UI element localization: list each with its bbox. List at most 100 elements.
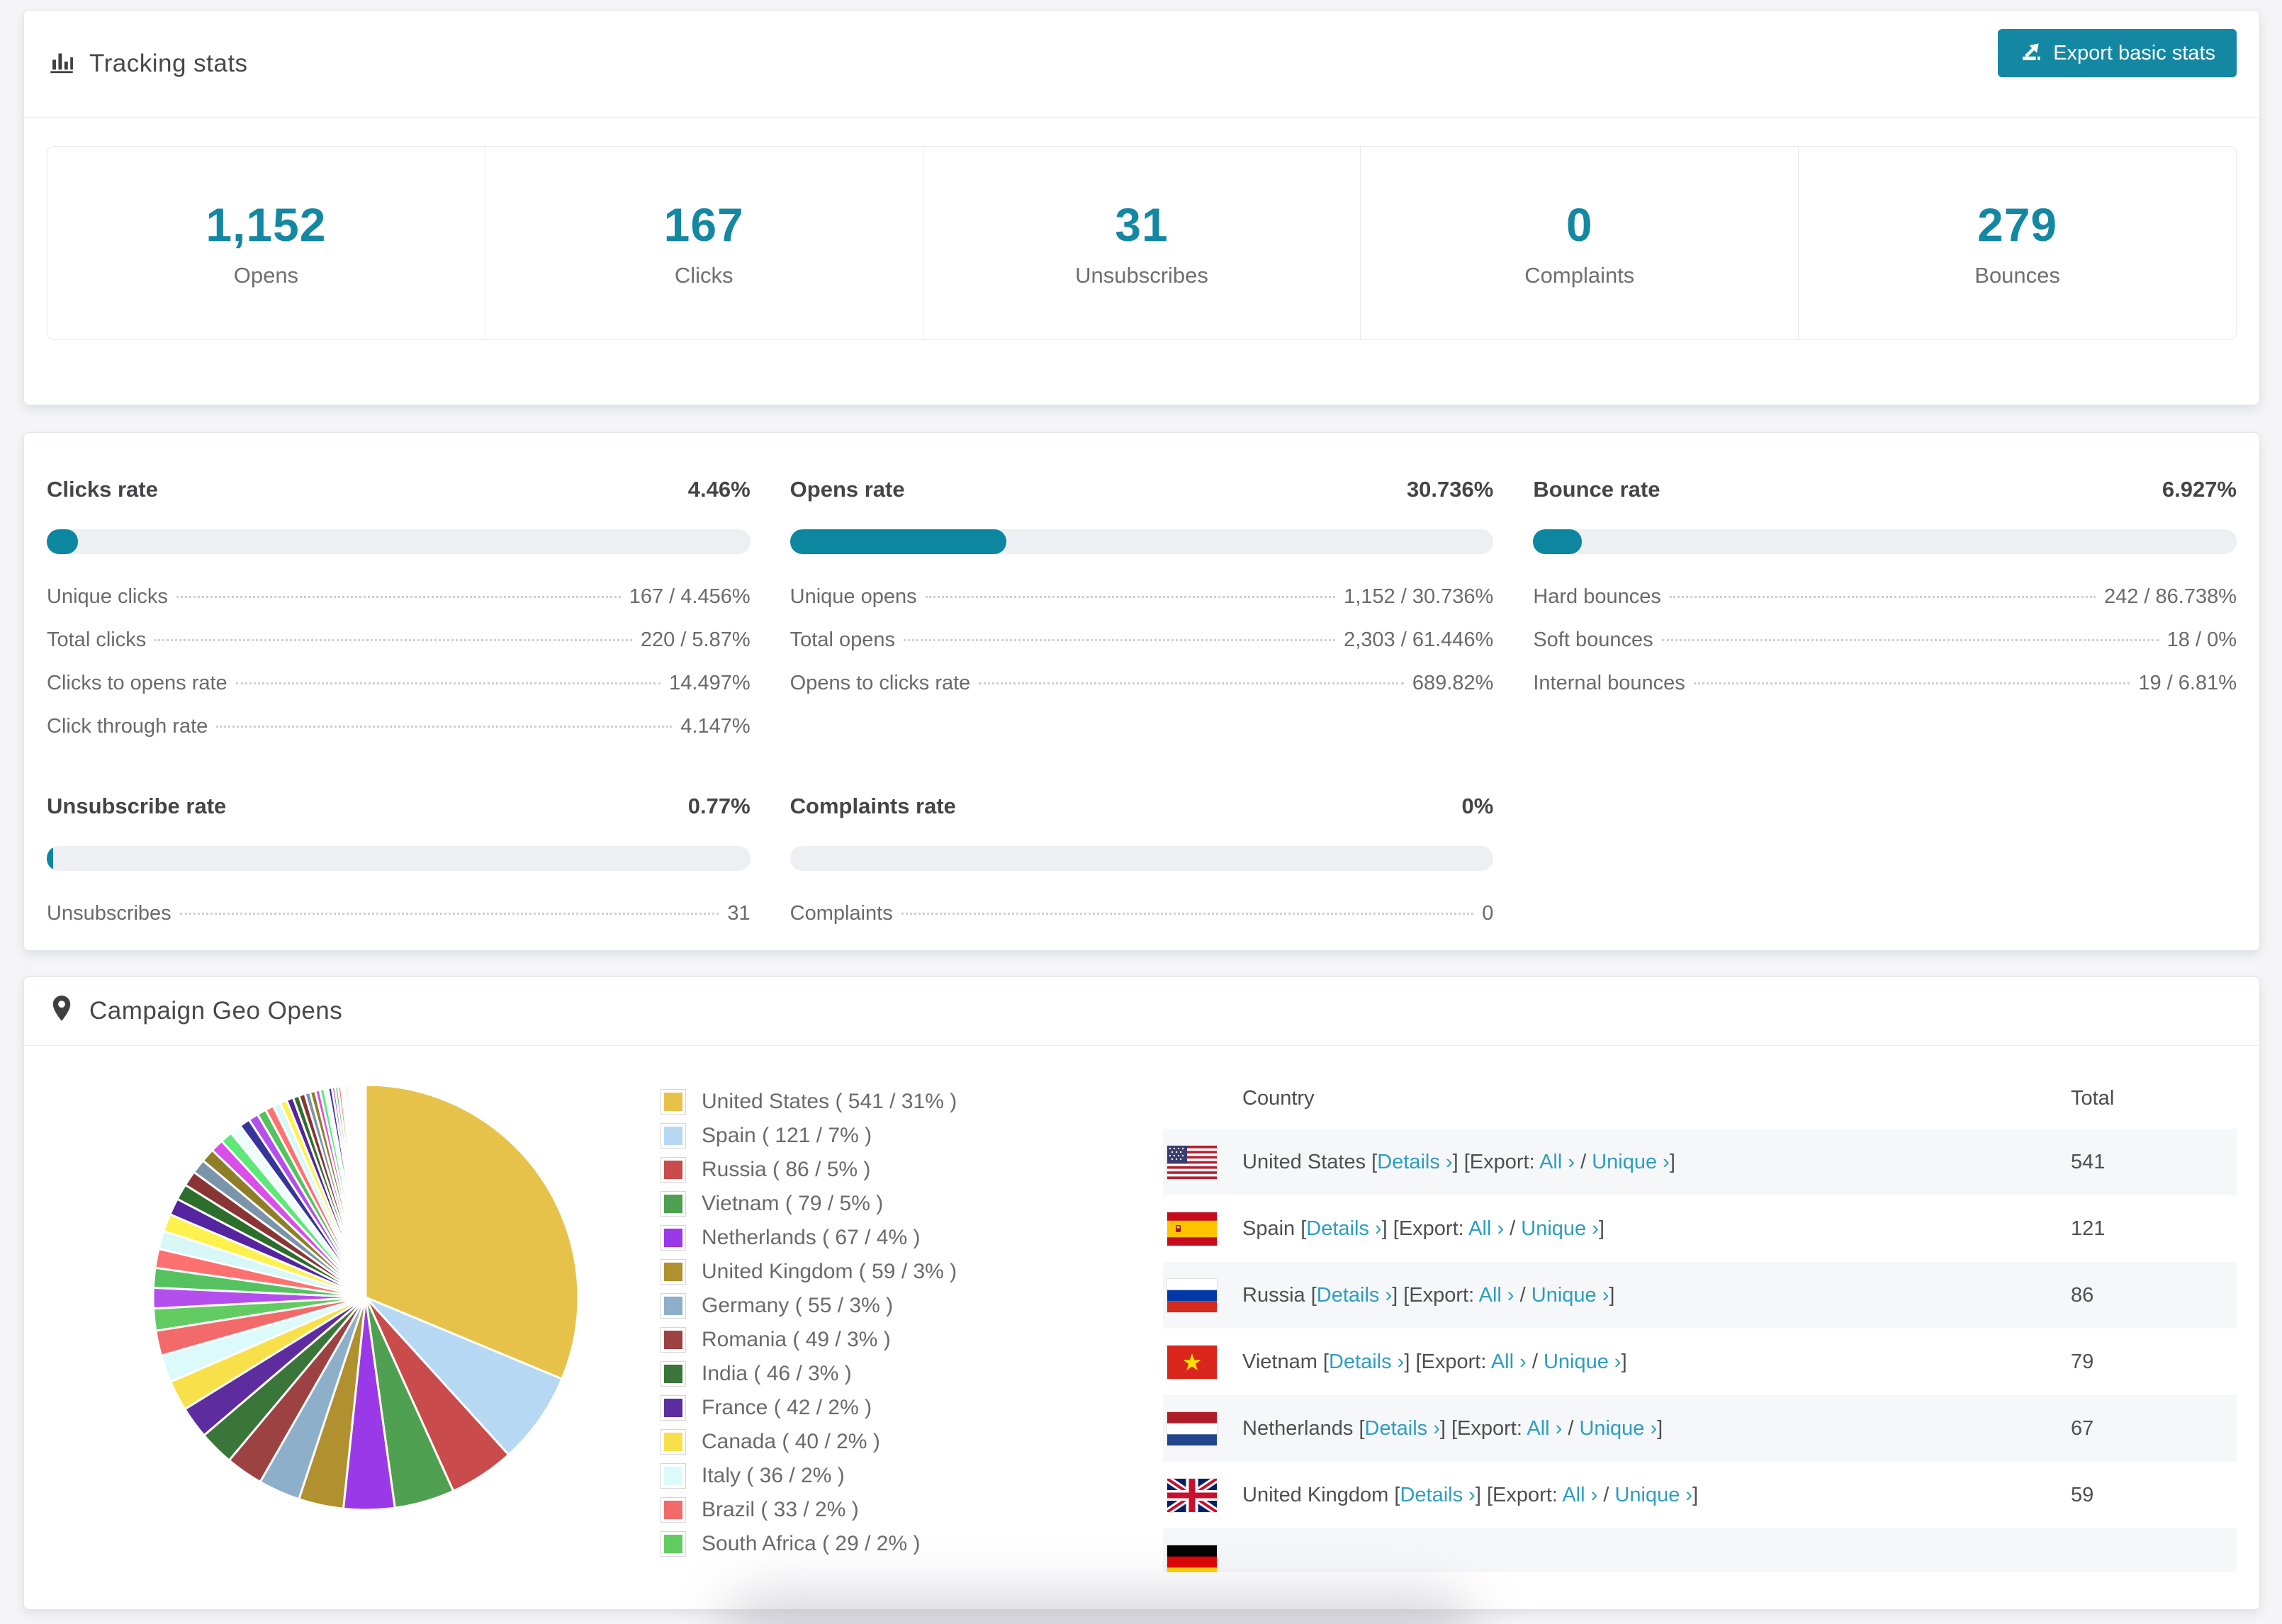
- export-all-link[interactable]: All ›: [1539, 1151, 1575, 1173]
- dotted-leader: [901, 913, 1474, 915]
- export-unique-link[interactable]: Unique ›: [1592, 1151, 1670, 1173]
- bracket-text: [: [1322, 1350, 1329, 1373]
- export-unique-link[interactable]: Unique ›: [1579, 1417, 1657, 1440]
- export-all-link[interactable]: All ›: [1562, 1484, 1597, 1506]
- rate-detail-row: Unsubscribes 31: [47, 902, 751, 925]
- rate-detail-label: Unique clicks: [47, 585, 168, 608]
- rate-detail-label: Total opens: [789, 628, 895, 651]
- legend-item: Germany ( 55 / 3% ): [661, 1293, 957, 1319]
- bracket-text: ]: [1669, 1150, 1675, 1173]
- geo-row-total-cell: 86: [2071, 1283, 2094, 1307]
- details-link[interactable]: Details ›: [1317, 1284, 1392, 1307]
- rate-detail-row: Clicks to opens rate 14.497%: [47, 672, 751, 695]
- rate-detail-label: Soft bounces: [1533, 628, 1653, 651]
- details-link[interactable]: Details ›: [1329, 1350, 1404, 1373]
- rate-rows: Unique clicks 167 / 4.456% Total clicks 220…: [47, 585, 751, 738]
- legend-label: Netherlands ( 67 / 4% ): [702, 1226, 921, 1249]
- export-unique-link[interactable]: Unique ›: [1614, 1484, 1692, 1506]
- flag-us-icon: [1167, 1145, 1217, 1179]
- rate-detail-row: Total opens 2,303 / 61.446%: [790, 628, 1494, 652]
- legend-item: United States ( 541 / 31% ): [661, 1089, 957, 1115]
- flag-vn-icon: [1167, 1345, 1217, 1379]
- stat-label: Opens: [233, 263, 299, 288]
- geo-header: Campaign Geo Opens: [24, 977, 2259, 1046]
- legend-item: India ( 46 / 3% ): [661, 1361, 957, 1387]
- details-link[interactable]: Details ›: [1306, 1217, 1381, 1240]
- export-basic-stats-button[interactable]: Export basic stats: [1998, 29, 2237, 77]
- geo-title: Campaign Geo Opens: [47, 993, 342, 1030]
- rate-detail-value: 1,152 / 30.736%: [1344, 585, 1494, 608]
- pie-legend: United States ( 541 / 31% ) Spain ( 121 /…: [661, 1089, 957, 1557]
- dotted-leader: [925, 596, 1336, 598]
- rate-header: Complaints rate 0%: [790, 794, 1494, 819]
- geo-row-total-cell: 67: [2071, 1416, 2094, 1440]
- geo-row-country-cell: Spain [Details ›] [Export: All › / Uniqu…: [1163, 1212, 2071, 1246]
- tracking-stats-card: Tracking stats Export basic stats 1,152 O…: [23, 10, 2260, 405]
- dotted-leader: [1661, 639, 2159, 641]
- rate-detail-value: 18 / 0%: [2166, 628, 2237, 651]
- geo-row-country-cell: Vietnam [Details ›] [Export: All › / Uni…: [1163, 1345, 2071, 1379]
- legend-swatch: [661, 1191, 686, 1217]
- separator-text: /: [1504, 1217, 1522, 1240]
- country-name: Russia: [1242, 1283, 1311, 1307]
- stat-value: 0: [1566, 198, 1593, 251]
- legend-label: United States ( 541 / 31% ): [702, 1090, 957, 1113]
- legend-label: United Kingdom ( 59 / 3% ): [702, 1260, 957, 1283]
- rate-value: 0%: [1461, 794, 1494, 818]
- bracket-text: ] [Export:: [1452, 1150, 1540, 1173]
- rate-block-opens-rate: Opens rate 30.736% Unique opens 1,152 / 30.…: [789, 477, 1494, 738]
- legend-label: Vietnam ( 79 / 5% ): [702, 1192, 884, 1215]
- rate-detail-row: Hard bounces 242 / 86.738%: [1533, 585, 2237, 609]
- rate-header: Bounce rate 6.927%: [1533, 477, 2237, 502]
- geo-row-total-cell: 121: [2071, 1217, 2106, 1240]
- rate-detail-label: Complaints: [789, 902, 893, 925]
- dotted-leader: [235, 682, 661, 684]
- tracking-stats-title-text: Tracking stats: [89, 50, 248, 77]
- rate-value: 0.77%: [687, 794, 751, 818]
- legend-swatch: [661, 1157, 686, 1183]
- bracket-text: ] [Export:: [1392, 1283, 1479, 1307]
- country-name: Spain: [1242, 1217, 1301, 1240]
- export-all-link[interactable]: All ›: [1479, 1284, 1514, 1307]
- bracket-text: [: [1371, 1150, 1378, 1173]
- legend-item: United Kingdom ( 59 / 3% ): [661, 1259, 957, 1285]
- export-all-link[interactable]: All ›: [1527, 1417, 1562, 1440]
- bracket-text: ]: [1598, 1217, 1604, 1240]
- legend-swatch: [661, 1361, 686, 1387]
- export-unique-link[interactable]: Unique ›: [1544, 1350, 1621, 1373]
- stat-value: 279: [1977, 198, 2058, 251]
- rate-detail-value: 0: [1482, 902, 1494, 925]
- details-link[interactable]: Details ›: [1365, 1417, 1440, 1440]
- geo-row-text: Spain [Details ›] [Export: All › / Uniqu…: [1242, 1217, 1604, 1241]
- export-all-link[interactable]: All ›: [1468, 1217, 1504, 1240]
- rate-value: 30.736%: [1406, 477, 1494, 502]
- progress-track: [1533, 529, 2237, 554]
- export-unique-link[interactable]: Unique ›: [1521, 1217, 1599, 1240]
- geo-table-header: Country Total: [1163, 1068, 2237, 1129]
- rate-title: Unsubscribe rate: [47, 794, 227, 818]
- details-link[interactable]: Details ›: [1377, 1151, 1452, 1173]
- legend-swatch: [661, 1293, 686, 1319]
- export-unique-link[interactable]: Unique ›: [1531, 1284, 1609, 1307]
- geo-row-text: Russia [Details ›] [Export: All › / Uniq…: [1242, 1284, 1614, 1307]
- stat-label: Clicks: [674, 263, 734, 288]
- geo-row-country-cell: Russia [Details ›] [Export: All › / Uniq…: [1163, 1278, 2071, 1312]
- progress-track: [789, 529, 1494, 554]
- rate-block-complaints-rate: Complaints rate 0% Complaints 0: [789, 794, 1494, 925]
- dotted-leader: [979, 682, 1404, 684]
- campaign-geo-opens-card: Campaign Geo Opens United States ( 541 /…: [23, 976, 2260, 1610]
- geo-table-row: United Kingdom [Details ›] [Export: All …: [1163, 1462, 2237, 1528]
- rate-value: 4.46%: [687, 477, 751, 502]
- legend-label: France ( 42 / 2% ): [702, 1396, 872, 1419]
- export-all-link[interactable]: All ›: [1491, 1350, 1527, 1373]
- stat-label: Unsubscribes: [1075, 263, 1208, 288]
- legend-label: Italy ( 36 / 2% ): [702, 1464, 845, 1487]
- legend-item: Romania ( 49 / 3% ): [661, 1327, 957, 1353]
- country-name: United States: [1242, 1150, 1372, 1173]
- legend-label: Romania ( 49 / 3% ): [702, 1328, 891, 1351]
- details-link[interactable]: Details ›: [1400, 1484, 1475, 1506]
- rate-header: Unsubscribe rate 0.77%: [47, 794, 751, 819]
- bracket-text: ] [Export:: [1475, 1483, 1563, 1506]
- geo-row-text: Netherlands [Details ›] [Export: All › /…: [1242, 1417, 1663, 1440]
- progress-track: [789, 846, 1494, 871]
